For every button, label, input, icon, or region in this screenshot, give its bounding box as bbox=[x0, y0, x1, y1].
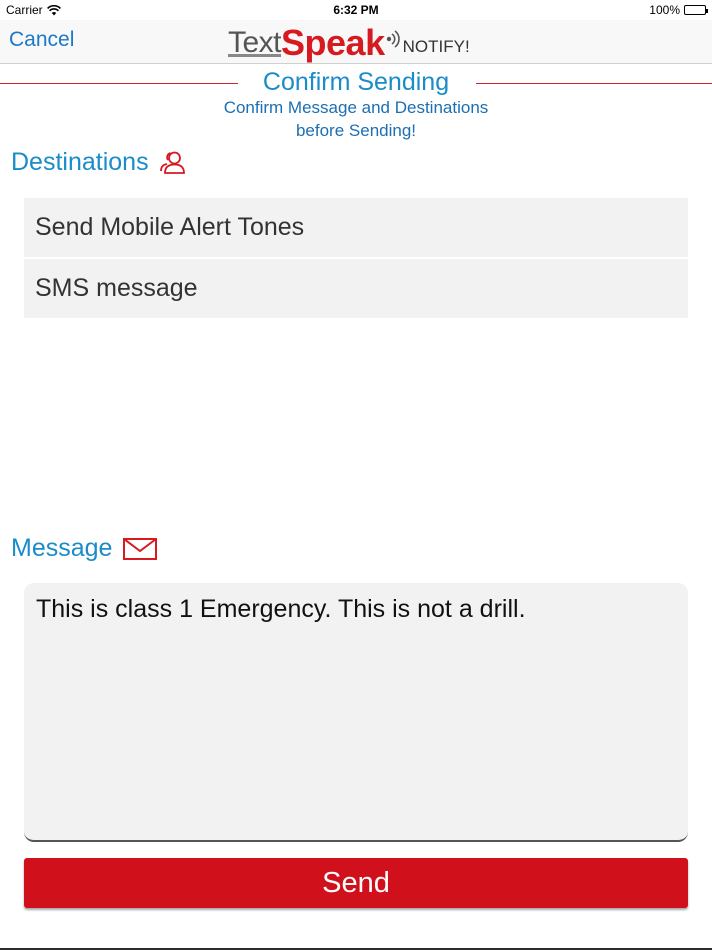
destination-item-mobile-alert-tones[interactable]: Send Mobile Alert Tones bbox=[24, 198, 688, 257]
message-heading: Message bbox=[11, 534, 158, 563]
message-label: Message bbox=[11, 534, 113, 562]
status-time: 6:32 PM bbox=[333, 3, 379, 17]
subtitle-line-1: Confirm Message and Destinations bbox=[223, 98, 489, 117]
battery-icon bbox=[684, 5, 708, 15]
title-divider-right bbox=[476, 83, 712, 84]
subtitle-line-2: before Sending! bbox=[295, 121, 417, 140]
send-button[interactable]: Send bbox=[24, 858, 688, 908]
battery-indicator: 100% bbox=[649, 3, 708, 17]
destination-item-sms-message[interactable]: SMS message bbox=[24, 259, 688, 318]
destinations-list: Send Mobile Alert Tones SMS message bbox=[24, 198, 688, 320]
message-text-area[interactable]: This is class 1 Emergency. This is not a… bbox=[24, 583, 688, 842]
logo-speak-part: Speak bbox=[281, 22, 385, 63]
cancel-button[interactable]: Cancel bbox=[9, 28, 74, 52]
signal-wave-icon bbox=[386, 30, 400, 48]
textspeak-logo: Text Speak NOTIFY! bbox=[228, 22, 498, 63]
logo-notify-part: NOTIFY! bbox=[402, 37, 470, 56]
people-icon bbox=[159, 151, 185, 174]
navigation-bar: Cancel Text Speak NOTIFY! bbox=[0, 20, 712, 64]
envelope-icon bbox=[123, 537, 158, 560]
status-bar: Carrier 6:32 PM 100% bbox=[0, 0, 712, 20]
page-subtitle: Confirm Message and Destinations before … bbox=[156, 96, 556, 142]
battery-percent: 100% bbox=[649, 3, 680, 17]
destinations-heading: Destinations bbox=[11, 148, 187, 177]
logo-text-part: Text bbox=[228, 26, 282, 59]
destinations-label: Destinations bbox=[11, 148, 149, 176]
